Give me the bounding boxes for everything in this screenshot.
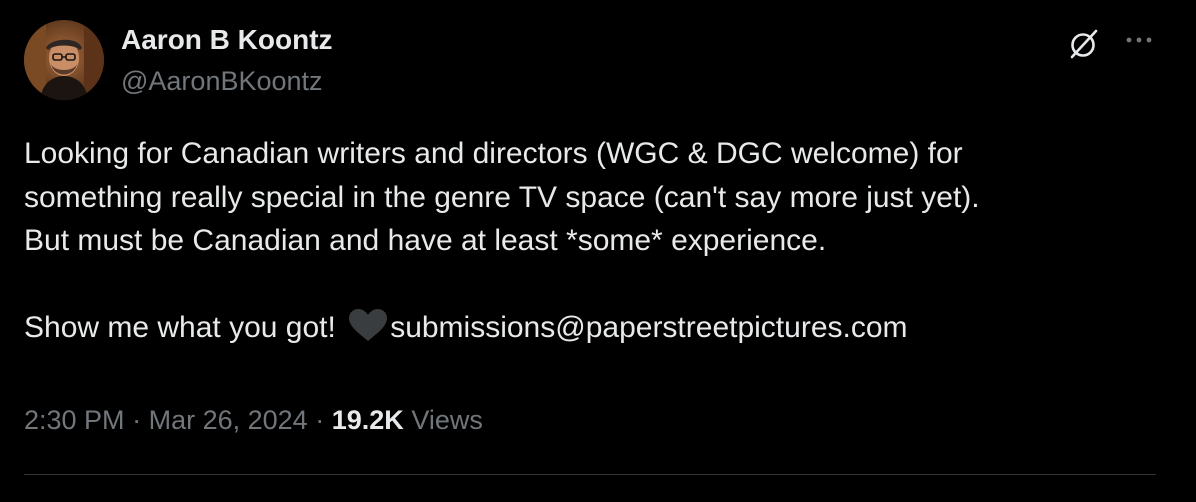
tweet-text-cta: Show me what you got! [24, 311, 336, 344]
divider [24, 474, 1156, 475]
black-heart-emoji-icon [349, 309, 388, 341]
meta-separator: · [315, 405, 325, 435]
views-count: 19.2K [331, 405, 404, 435]
grok-icon[interactable] [1066, 26, 1102, 62]
views-label: Views [411, 405, 483, 435]
tweet-text-line: But must be Canadian and have at least *… [24, 224, 827, 257]
tweet-time[interactable]: 2:30 PM [24, 405, 125, 435]
more-options-icon[interactable] [1122, 30, 1158, 50]
tweet-text-line: Show me what you got! submissions@papers… [24, 306, 1174, 350]
author-display-name[interactable]: Aaron B Koontz [121, 24, 333, 56]
tweet-date[interactable]: Mar 26, 2024 [149, 405, 308, 435]
tweet-body: Looking for Canadian writers and directo… [24, 132, 1174, 350]
avatar-image [24, 20, 104, 100]
tweet-card: Aaron B Koontz @AaronBKoontz Looking for… [0, 0, 1196, 502]
tweet-metadata: 2:30 PM · Mar 26, 2024 · 19.2K Views [24, 405, 483, 436]
author-handle[interactable]: @AaronBKoontz [121, 66, 323, 97]
paragraph-break [24, 263, 1174, 307]
tweet-text-line: Looking for Canadian writers and directo… [24, 137, 963, 170]
tweet-text-line: something really special in the genre TV… [24, 180, 980, 214]
meta-separator: · [132, 405, 142, 435]
email-link[interactable]: submissions@paperstreetpictures.com [390, 311, 907, 344]
avatar[interactable] [24, 20, 104, 100]
